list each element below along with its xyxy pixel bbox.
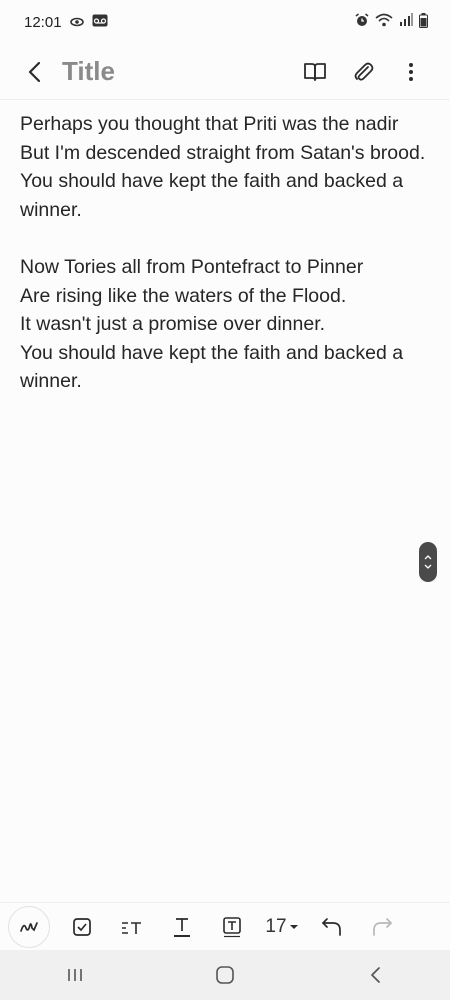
redo-icon[interactable] (357, 905, 407, 949)
font-size-value: 17 (265, 915, 287, 937)
chevron-up-icon (424, 555, 432, 560)
handwriting-icon[interactable] (8, 905, 50, 948)
app-bar: Title (0, 44, 450, 100)
back-nav-icon[interactable] (345, 955, 405, 995)
undo-icon[interactable] (307, 905, 357, 949)
note-line: You should have kept the faith and backe… (20, 170, 404, 221)
scroll-handle[interactable] (419, 542, 437, 582)
status-right (355, 12, 428, 32)
note-line: You should have kept the faith and backe… (20, 341, 404, 393)
chevron-down-icon (424, 564, 432, 569)
note-body[interactable]: Perhaps you thought that Priti was the n… (20, 110, 430, 396)
chevron-down-icon (289, 924, 298, 929)
recents-icon[interactable] (45, 955, 105, 995)
checkbox-icon[interactable] (57, 905, 107, 949)
note-line: Now Tories all from Pontefract to Pinner (20, 255, 364, 278)
underline-text-icon[interactable] (157, 905, 207, 949)
wifi-icon (375, 13, 393, 31)
app-actions (302, 59, 424, 85)
alarm-icon (355, 13, 369, 31)
note-line: Perhaps you thought that Priti was the n… (20, 113, 399, 135)
system-nav-bar (0, 950, 450, 1000)
more-vert-icon[interactable] (398, 59, 424, 85)
text-box-icon[interactable] (207, 905, 257, 949)
note-line: But I'm descended straight from Satan's … (20, 141, 426, 164)
reading-mode-icon[interactable] (302, 59, 328, 85)
home-icon[interactable] (195, 955, 255, 995)
status-left: 12:01 (24, 14, 108, 31)
status-time: 12:01 (24, 13, 62, 31)
note-blank-line (20, 224, 430, 253)
battery-icon (419, 12, 428, 32)
attach-icon[interactable] (350, 59, 376, 85)
eye-icon (69, 14, 84, 31)
voicemail-icon (92, 14, 108, 31)
note-title[interactable]: Title (62, 56, 302, 87)
status-bar: 12:01 (0, 0, 450, 44)
font-size-dropdown[interactable]: 17 (257, 905, 307, 949)
text-style-icon[interactable] (107, 905, 157, 949)
back-icon[interactable] (22, 60, 46, 84)
note-line: Are rising like the waters of the Flood. (20, 284, 347, 307)
note-line: It wasn't just a promise over dinner. (20, 313, 326, 336)
format-toolbar: 17 (0, 902, 450, 950)
signal-icon (399, 13, 413, 31)
